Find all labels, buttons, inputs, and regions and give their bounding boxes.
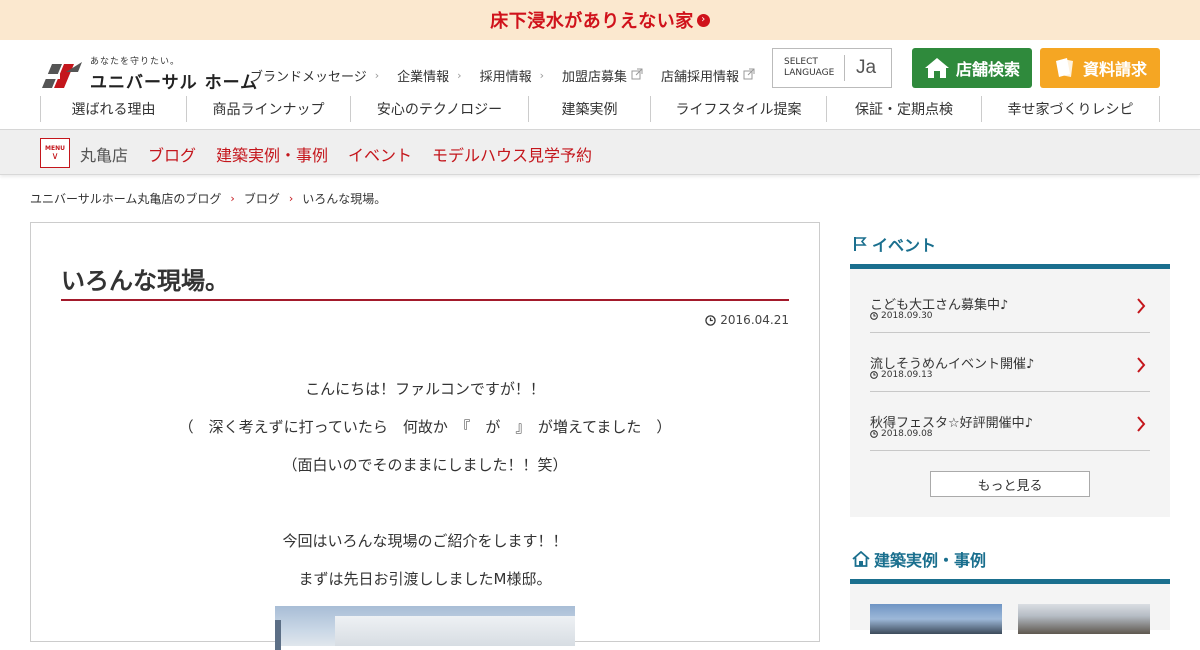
- util-link-recruit[interactable]: 採用情報 ›: [480, 66, 544, 85]
- store-name: 丸亀店: [80, 146, 129, 165]
- menu-toggle-button[interactable]: MENU ∨: [40, 138, 70, 168]
- breadcrumb-item-store-blog[interactable]: ユニバーサルホーム丸亀店のブログ: [30, 190, 221, 207]
- cases-heading: 建築実例・事例: [852, 547, 986, 571]
- subnav-link-model-house[interactable]: モデルハウス見学予約: [432, 142, 592, 166]
- main-nav-lifestyle[interactable]: ライフスタイル提案: [650, 96, 826, 122]
- external-link-icon: [631, 68, 643, 83]
- event-date-text: 2018.09.30: [881, 311, 933, 321]
- logo-name: ユニバーサル ホーム: [90, 73, 259, 93]
- events-panel: こども大工さん募集中♪ 2018.09.30 流しそうめんイベント開催♪ 201…: [850, 269, 1170, 517]
- blog-article: いろんな現場。 2016.04.21 こんにちは！ファルコンですが！！ （ 深く…: [30, 222, 820, 650]
- util-link-company-info[interactable]: 企業情報 ›: [397, 66, 461, 85]
- event-item[interactable]: 流しそうめんイベント開催♪ 2018.09.13: [870, 333, 1150, 392]
- article-date-text: 2016.04.21: [720, 313, 789, 327]
- util-link-label: 企業情報: [397, 70, 450, 85]
- chevron-right-icon: ›: [457, 69, 462, 82]
- utility-nav: ブランドメッセージ › 企業情報 › 採用情報 › 加盟店募集 店舗採用情報: [250, 66, 773, 85]
- article-paragraph: [31, 487, 819, 525]
- util-link-label: ブランドメッセージ: [250, 70, 367, 85]
- store-subnav: MENU ∨ 丸亀店 ブログ 建築実例・事例 イベント モデルハウス見学予約: [0, 130, 1200, 175]
- clock-icon: [870, 312, 878, 320]
- cases-panel: [850, 584, 1170, 634]
- chevron-right-icon: ›: [230, 192, 235, 205]
- article-photo: [275, 606, 575, 650]
- main-nav-recipe[interactable]: 幸せ家づくりレシピ: [981, 96, 1160, 122]
- event-date-text: 2018.09.08: [881, 429, 933, 439]
- site-logo[interactable]: あなたを守りたい。 ユニバーサル ホーム: [40, 54, 258, 93]
- util-link-label: 加盟店募集: [562, 70, 628, 85]
- article-paragraph: まずは先日お引渡ししましたM様邸。: [298, 570, 552, 588]
- event-date-text: 2018.09.13: [881, 370, 933, 380]
- store-search-button[interactable]: 店舗検索: [912, 48, 1032, 88]
- main-nav-cases[interactable]: 建築実例: [528, 96, 650, 122]
- language-label: SELECT LANGUAGE: [773, 55, 845, 81]
- language-label-line1: SELECT: [784, 57, 818, 67]
- logo-tagline: あなたを守りたい。: [90, 57, 181, 67]
- clock-icon: [870, 430, 878, 438]
- house-outline-icon: [852, 551, 870, 567]
- subnav-link-events[interactable]: イベント: [348, 142, 412, 166]
- util-link-franchise[interactable]: 加盟店募集: [562, 66, 643, 85]
- article-paragraph: （面白いのでそのままにしました！！笑）: [282, 456, 568, 474]
- article-body: こんにちは！ファルコンですが！！ （ 深く考えずに打っていたら 何故か 『 が …: [31, 373, 819, 601]
- document-icon: [1055, 58, 1073, 77]
- chevron-down-icon: ∨: [51, 150, 59, 162]
- article-paragraph: （ 深く考えずに打っていたら 何故か 『 が 』 が増えてました ）: [178, 418, 672, 436]
- event-item[interactable]: 秋得フェスタ☆好評開催中♪ 2018.09.08: [870, 392, 1150, 451]
- event-item[interactable]: こども大工さん募集中♪ 2018.09.30: [870, 274, 1150, 333]
- store-search-label: 店舗検索: [955, 60, 1020, 79]
- cases-heading-text: 建築実例・事例: [874, 551, 987, 570]
- chevron-right-icon: [1137, 298, 1146, 314]
- promo-text[interactable]: 床下浸水がありえない家: [490, 7, 694, 33]
- external-link-icon: [743, 68, 755, 83]
- article-paragraph: 今回はいろんな現場のご紹介をします！！: [282, 532, 568, 550]
- circle-chevron-right-icon: ›: [696, 13, 710, 27]
- events-heading-text: イベント: [872, 236, 937, 255]
- util-link-label: 店舗採用情報: [661, 70, 740, 85]
- subnav-link-cases[interactable]: 建築実例・事例: [216, 142, 328, 166]
- clock-icon: [705, 314, 717, 326]
- util-link-label: 採用情報: [479, 70, 532, 85]
- events-more-button[interactable]: もっと見る: [930, 471, 1090, 497]
- util-link-store-recruit[interactable]: 店舗採用情報: [661, 66, 755, 85]
- breadcrumb: ユニバーサルホーム丸亀店のブログ › ブログ › いろんな現場。: [30, 190, 386, 207]
- store-subnav-links: ブログ 建築実例・事例 イベント モデルハウス見学予約: [148, 142, 592, 166]
- flag-icon: [854, 237, 867, 251]
- event-date: 2018.09.30: [870, 311, 933, 321]
- util-link-brand-message[interactable]: ブランドメッセージ ›: [250, 66, 379, 85]
- event-date: 2018.09.13: [870, 370, 933, 380]
- chevron-right-icon: ›: [288, 192, 294, 205]
- chevron-right-icon: ›: [539, 69, 544, 82]
- main-nav-reasons[interactable]: 選ばれる理由: [40, 96, 186, 122]
- article-title: いろんな現場。: [61, 267, 229, 295]
- language-selector[interactable]: SELECT LANGUAGE Ja: [772, 48, 892, 88]
- event-date: 2018.09.08: [870, 429, 933, 439]
- main-nav-lineup[interactable]: 商品ラインナップ: [186, 96, 350, 122]
- events-heading: イベント: [852, 232, 936, 256]
- promo-banner[interactable]: 床下浸水がありえない家 ›: [0, 0, 1200, 40]
- main-nav-technology[interactable]: 安心のテクノロジー: [350, 96, 528, 122]
- breadcrumb-item-current: いろんな現場。: [302, 192, 387, 206]
- site-header: あなたを守りたい。 ユニバーサル ホーム ブランドメッセージ › 企業情報 › …: [0, 40, 1200, 130]
- article-date: 2016.04.21: [705, 313, 789, 327]
- main-nav-warranty[interactable]: 保証・定期点検: [826, 96, 981, 122]
- subnav-link-blog[interactable]: ブログ: [148, 142, 196, 166]
- logo-mark-icon: [40, 58, 84, 90]
- chevron-right-icon: [1137, 416, 1146, 432]
- language-label-line2: LANGUAGE: [784, 68, 835, 78]
- main-nav: 選ばれる理由 商品ラインナップ 安心のテクノロジー 建築実例 ライフスタイル提案…: [40, 96, 1160, 122]
- house-icon: [924, 58, 949, 78]
- breadcrumb-item-blog[interactable]: ブログ: [244, 190, 280, 207]
- document-request-label: 資料請求: [1082, 60, 1147, 79]
- chevron-right-icon: ›: [374, 69, 380, 82]
- article-paragraph: こんにちは！ファルコンですが！！: [305, 380, 545, 398]
- title-divider: [61, 299, 789, 301]
- language-current: Ja: [856, 57, 877, 78]
- document-request-button[interactable]: 資料請求: [1040, 48, 1160, 88]
- chevron-right-icon: [1137, 357, 1146, 373]
- clock-icon: [870, 371, 878, 379]
